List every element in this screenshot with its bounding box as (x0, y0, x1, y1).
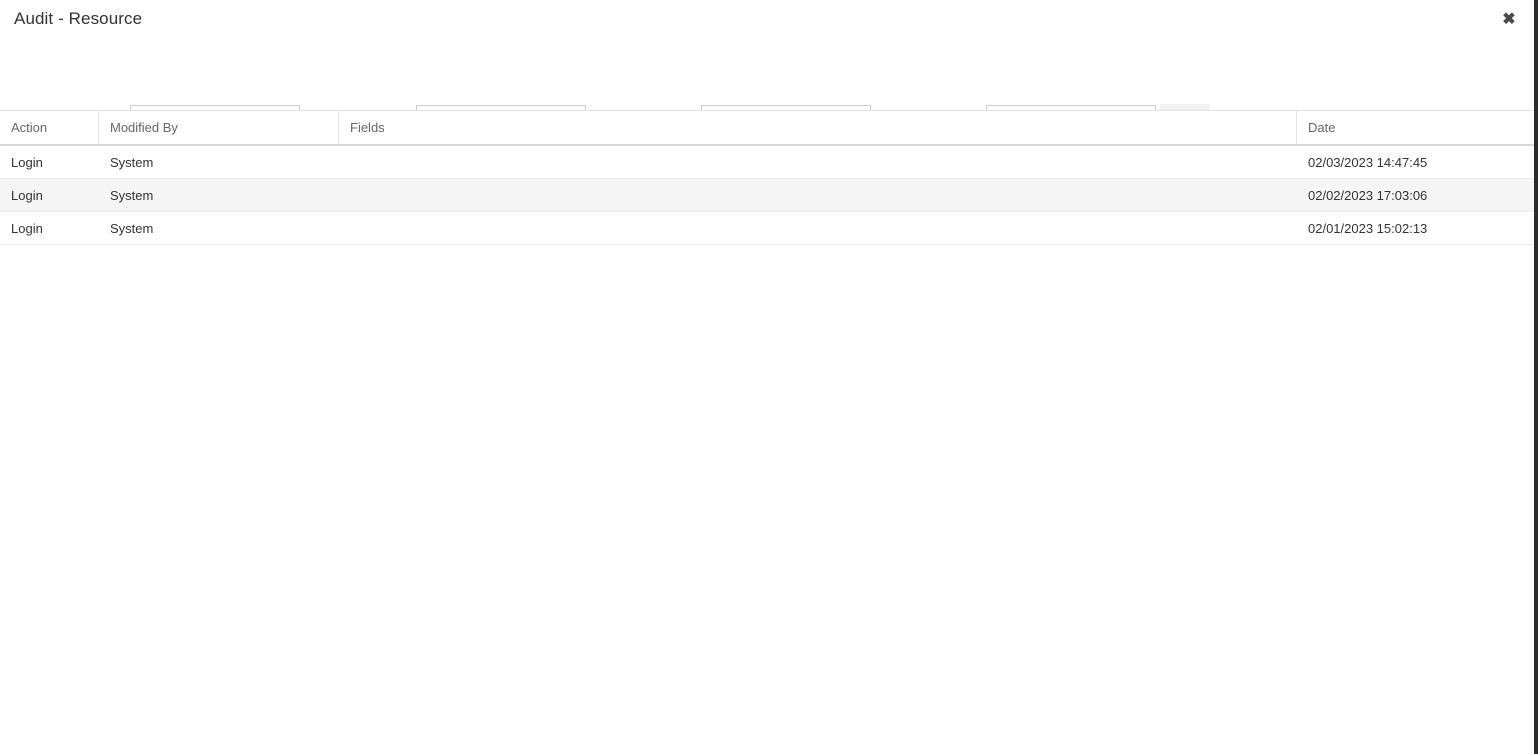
column-header-action[interactable]: Action (0, 111, 99, 144)
cell-date: 02/02/2023 17:03:06 (1308, 187, 1428, 203)
window-titlebar: Audit - Resource ✖ (0, 0, 1534, 44)
grid-body: Login System 02/03/2023 14:47:45 Login S… (0, 146, 1534, 245)
audit-grid: Action Modified By Fields Date Login Sys… (0, 110, 1534, 245)
cell-modified-by: System (110, 154, 154, 170)
cell-fields (339, 146, 1297, 178)
cell-date: 02/03/2023 14:47:45 (1308, 154, 1428, 170)
filter-toolbar: Action Taken: ✖ Modified By: Enter Name … (0, 44, 1534, 138)
audit-resource-window: Audit - Resource ✖ Action Taken: ✖ Modif… (0, 0, 1538, 754)
cell-date: 02/01/2023 15:02:13 (1308, 220, 1428, 236)
close-icon[interactable]: ✖ (1498, 10, 1520, 32)
table-row[interactable]: Login System 02/01/2023 15:02:13 (0, 212, 1534, 245)
cell-action: Login (11, 187, 43, 203)
column-header-modified-by[interactable]: Modified By (99, 111, 339, 144)
cell-action: Login (11, 220, 43, 236)
column-header-date[interactable]: Date (1297, 111, 1534, 144)
cell-fields (339, 179, 1297, 211)
cell-action: Login (11, 154, 43, 170)
table-row[interactable]: Login System 02/03/2023 14:47:45 (0, 146, 1534, 179)
grid-header-row: Action Modified By Fields Date (0, 110, 1534, 146)
cell-modified-by: System (110, 220, 154, 236)
cell-modified-by: System (110, 187, 154, 203)
page-title: Audit - Resource (14, 9, 143, 28)
table-row[interactable]: Login System 02/02/2023 17:03:06 (0, 179, 1534, 212)
cell-fields (339, 212, 1297, 244)
column-header-fields[interactable]: Fields (339, 111, 1297, 144)
